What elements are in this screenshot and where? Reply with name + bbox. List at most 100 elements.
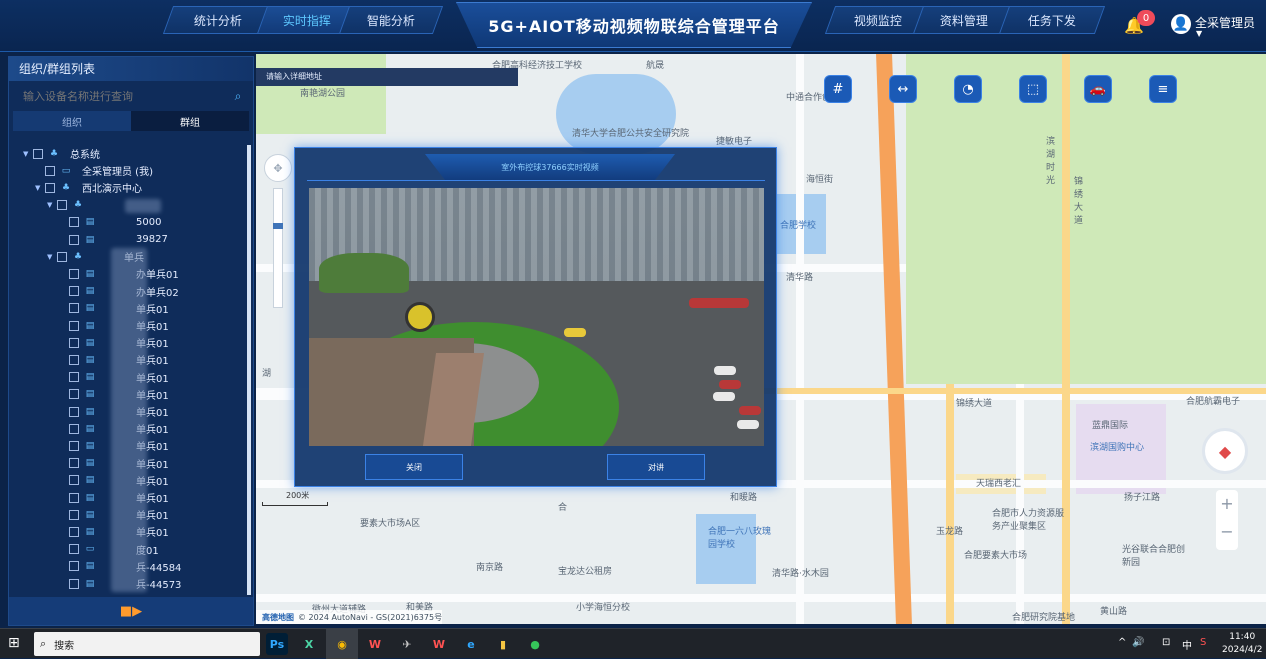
chevron-down-icon[interactable]: ▼ xyxy=(23,150,31,158)
tree-node[interactable]: ▭度02 xyxy=(15,592,159,595)
org-icon: ♣ xyxy=(73,251,83,262)
tree-checkbox[interactable] xyxy=(57,200,67,211)
volume-icon[interactable]: 🔊 xyxy=(1132,637,1144,648)
app-title: 5G+AIOT移动视频物联综合管理平台 xyxy=(488,17,780,36)
tree-checkbox[interactable] xyxy=(69,544,79,555)
nav-task-dispatch[interactable]: 任务下发 xyxy=(998,6,1106,34)
map-label: 滨湖时光 xyxy=(1046,137,1056,186)
tree-node[interactable]: ▤ 办单兵01 xyxy=(15,265,179,282)
device-search-input[interactable] xyxy=(15,85,229,107)
map-label: 锦绣大道 xyxy=(956,399,993,409)
tree-node[interactable]: ▼ ♣ 总系统 xyxy=(15,145,100,162)
x-app-icon[interactable]: X xyxy=(298,633,320,655)
tree-checkbox[interactable] xyxy=(69,440,79,451)
clock-tool-icon[interactable]: ◔ xyxy=(954,75,982,103)
tree-checkbox[interactable] xyxy=(69,286,79,297)
device-icon: ▤ xyxy=(85,234,95,245)
redaction-blur xyxy=(125,198,161,213)
tree-checkbox[interactable] xyxy=(69,372,79,383)
tree-checkbox[interactable] xyxy=(57,251,67,262)
tree-checkbox[interactable] xyxy=(69,578,79,589)
layers-tool-icon[interactable]: ≡ xyxy=(1149,75,1177,103)
grid-tool-icon[interactable]: # xyxy=(824,75,852,103)
user-avatar-icon[interactable]: 👤 xyxy=(1171,14,1191,34)
org-icon: ♣ xyxy=(49,148,59,159)
chrome-app-icon[interactable]: ◉ xyxy=(331,633,353,655)
zoom-slider-knob[interactable] xyxy=(273,223,283,229)
tree-checkbox[interactable] xyxy=(69,268,79,279)
zoom-in-icon[interactable]: + xyxy=(1216,490,1238,518)
chevron-down-icon[interactable]: ▼ xyxy=(47,201,55,209)
edge-app-icon[interactable]: e xyxy=(460,633,482,655)
taskbar-search[interactable]: ⌕ 搜索 xyxy=(34,632,260,656)
wps-office-app-icon[interactable]: W xyxy=(428,633,450,655)
close-button[interactable]: 关闭 xyxy=(365,454,463,480)
tab-group[interactable]: 群组 xyxy=(131,111,249,131)
tree-node[interactable]: ▤ 办单兵02 xyxy=(15,283,179,300)
tree-checkbox[interactable] xyxy=(69,561,79,572)
tree-checkbox[interactable] xyxy=(69,492,79,503)
tree-scrollbar[interactable] xyxy=(247,145,251,595)
video-car xyxy=(739,406,761,415)
tree-checkbox[interactable] xyxy=(69,354,79,365)
tree-node[interactable]: ▤ 39827 xyxy=(15,231,168,248)
nav-smart-analysis[interactable]: 智能分析 xyxy=(338,6,444,34)
nav-stats[interactable]: 统计分析 xyxy=(162,6,274,34)
tree-checkbox[interactable] xyxy=(69,389,79,400)
tree-checkbox[interactable] xyxy=(69,337,79,348)
chevron-down-icon[interactable]: ▼ xyxy=(35,184,43,192)
tree-checkbox[interactable] xyxy=(69,320,79,331)
chevron-down-icon[interactable]: ▼ xyxy=(47,253,55,261)
video-camera-icon[interactable]: ■▶ xyxy=(120,604,142,619)
user-name[interactable]: 全采管理员 xyxy=(1195,14,1255,31)
tool-app-icon[interactable]: ✈ xyxy=(396,633,418,655)
tree-node[interactable]: ▤ 兵-44584 xyxy=(15,558,181,575)
tree-node[interactable]: ▤ 5000 xyxy=(15,214,161,231)
tree-checkbox[interactable] xyxy=(69,423,79,434)
windows-start-icon[interactable]: ⊞ xyxy=(8,635,26,653)
video-car xyxy=(714,366,736,375)
tree-node[interactable]: ▼ ♣ 西北演示中心 xyxy=(15,179,142,196)
photoshop-app-icon[interactable]: Ps xyxy=(266,633,288,655)
map-label: 扬子江路 xyxy=(1124,493,1161,503)
video-feed[interactable] xyxy=(309,188,764,446)
vehicle-tool-icon[interactable]: 🚗 xyxy=(1084,75,1112,103)
tree-node[interactable]: ▤ 兵-44573 xyxy=(15,575,181,592)
tab-org[interactable]: 组织 xyxy=(13,111,131,131)
tree-checkbox[interactable] xyxy=(69,406,79,417)
device-icon: ▤ xyxy=(85,458,95,469)
talk-button[interactable]: 对讲 xyxy=(607,454,705,480)
tree-checkbox[interactable] xyxy=(69,526,79,537)
network-icon[interactable]: ⊡ xyxy=(1162,637,1170,648)
wps-app-icon[interactable]: W xyxy=(364,633,386,655)
map-attribution: 高德地图 © 2024 AutoNavi - GS(2021)6375号 xyxy=(256,610,443,624)
tree-checkbox[interactable] xyxy=(69,234,79,245)
tree-node[interactable]: ▼ ♣ xyxy=(15,197,94,214)
chevron-down-icon[interactable]: ▼ xyxy=(1196,29,1202,38)
ime-app-icon[interactable]: S xyxy=(1200,637,1206,648)
map-zoom-slider[interactable] xyxy=(273,188,283,308)
tree-checkbox[interactable] xyxy=(45,165,55,176)
tree-checkbox[interactable] xyxy=(33,148,43,159)
tree-checkbox[interactable] xyxy=(69,217,79,228)
clock-time: 11:40 xyxy=(1229,632,1256,642)
search-icon[interactable]: ⌕ xyxy=(229,89,247,104)
taskbar-clock[interactable]: 11:40 2024/4/2 xyxy=(1222,631,1262,657)
tree-checkbox[interactable] xyxy=(69,303,79,314)
address-search-input[interactable]: 请输入详细地址 xyxy=(256,68,518,86)
tree-checkbox[interactable] xyxy=(45,182,55,193)
compass-icon[interactable]: ◆ xyxy=(1202,428,1248,474)
measure-tool-icon[interactable]: ↔ xyxy=(889,75,917,103)
tree-checkbox[interactable] xyxy=(69,458,79,469)
folder-app-icon[interactable]: ▮ xyxy=(492,633,514,655)
map-road-h5 xyxy=(696,388,1266,394)
tree-node[interactable]: ▭ 全采管理员 (我) xyxy=(15,162,153,179)
tray-expand-icon[interactable]: ^ xyxy=(1118,637,1126,648)
wechat-app-icon[interactable]: ● xyxy=(524,633,546,655)
select-area-tool-icon[interactable]: ⬚ xyxy=(1019,75,1047,103)
tree-checkbox[interactable] xyxy=(69,475,79,486)
ime-indicator[interactable]: 中 xyxy=(1182,637,1192,652)
map-pan-control[interactable]: ✥ xyxy=(264,154,292,182)
zoom-out-icon[interactable]: − xyxy=(1216,518,1238,546)
tree-checkbox[interactable] xyxy=(69,509,79,520)
